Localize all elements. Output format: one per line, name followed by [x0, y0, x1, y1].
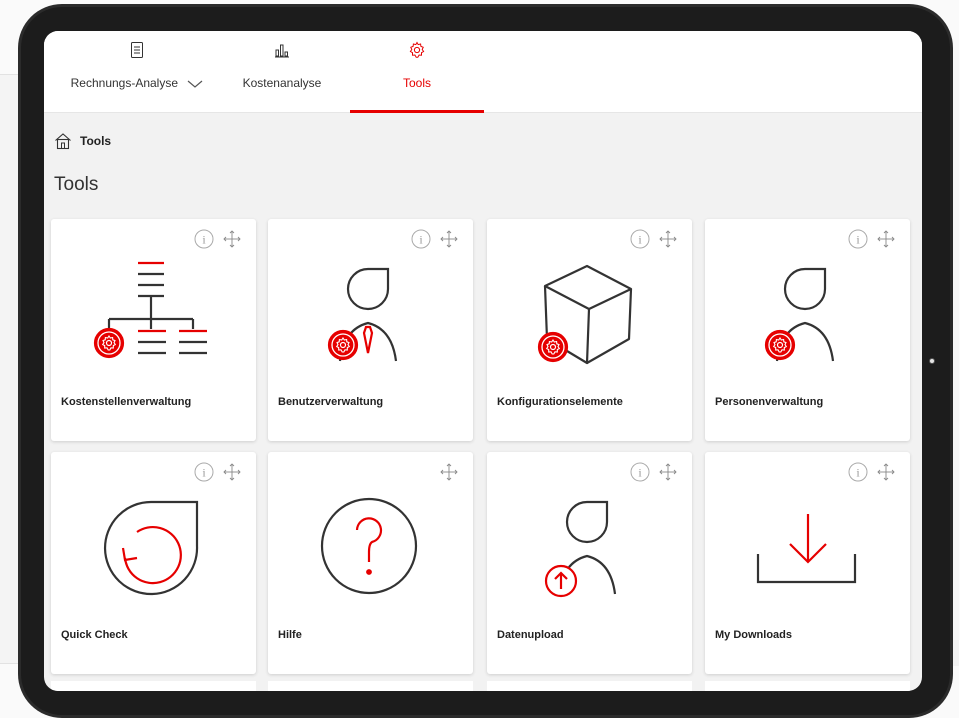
- tile-label: Benutzerverwaltung: [278, 396, 384, 408]
- tile-peek: [705, 681, 910, 691]
- chevron-down-icon[interactable]: [187, 79, 203, 89]
- document-icon: [131, 42, 143, 58]
- tab-tools[interactable]: Tools: [350, 31, 484, 113]
- tile-label: Hilfe: [278, 629, 302, 641]
- tab-label: Tools: [402, 76, 431, 90]
- tile-label: Personenverwaltung: [715, 396, 824, 408]
- move-icon[interactable]: [657, 461, 679, 483]
- tile-benutzerverwaltung[interactable]: i Benutzerverwaltung: [268, 219, 473, 441]
- tile-my-downloads[interactable]: i My Downloads: [705, 452, 910, 674]
- question-icon: [320, 497, 418, 595]
- tab-rechnungs-analyse[interactable]: Rechnungs-Analyse: [62, 31, 212, 113]
- svg-text:i: i: [856, 233, 860, 247]
- svg-text:i: i: [202, 466, 206, 480]
- move-icon[interactable]: [438, 461, 460, 483]
- tab-label: Kostenanalyse: [242, 76, 322, 90]
- tile-label: Konfigurationselemente: [497, 396, 623, 408]
- info-icon[interactable]: i: [848, 462, 868, 482]
- move-icon[interactable]: [875, 461, 897, 483]
- person-upload-icon: [544, 500, 617, 598]
- tile-peek: [51, 681, 256, 691]
- svg-text:i: i: [638, 466, 642, 480]
- info-icon[interactable]: i: [411, 229, 431, 249]
- move-icon[interactable]: [438, 228, 460, 250]
- bar-chart-icon: [275, 44, 289, 58]
- tab-label: Rechnungs-Analyse: [62, 76, 212, 90]
- active-tab-indicator: [350, 110, 484, 113]
- gear-icon: [409, 41, 425, 58]
- top-nav: Rechnungs-Analyse Kostenanalyse Tools: [44, 31, 922, 113]
- breadcrumb: Tools: [54, 131, 111, 151]
- page-title: Tools: [54, 174, 99, 195]
- app-screen: Rechnungs-Analyse Kostenanalyse Tools To…: [44, 31, 922, 691]
- move-icon[interactable]: [657, 228, 679, 250]
- box-gear-icon: [537, 264, 633, 365]
- org-chart-gear-icon: [93, 261, 207, 359]
- refresh-drop-icon: [103, 500, 199, 596]
- background-panel: [0, 74, 20, 664]
- tile-hilfe[interactable]: Hilfe: [268, 452, 473, 674]
- tile-peek: [487, 681, 692, 691]
- info-icon[interactable]: i: [848, 229, 868, 249]
- svg-text:i: i: [419, 233, 423, 247]
- tile-konfigurationselemente[interactable]: i Konfigurationselemente: [487, 219, 692, 441]
- tile-peek: [268, 681, 473, 691]
- svg-text:i: i: [202, 233, 206, 247]
- move-icon[interactable]: [221, 228, 243, 250]
- tile-kostenstellenverwaltung[interactable]: i Kostenstellenverwaltung: [51, 219, 256, 441]
- info-icon[interactable]: i: [630, 462, 650, 482]
- info-icon[interactable]: i: [630, 229, 650, 249]
- person-gear-icon: [764, 267, 835, 362]
- camera-dot: [929, 358, 935, 364]
- tile-quick-check[interactable]: i Quick Check: [51, 452, 256, 674]
- tile-label: Kostenstellenverwaltung: [61, 396, 192, 408]
- svg-text:i: i: [856, 466, 860, 480]
- tile-label: Quick Check: [61, 629, 128, 641]
- download-icon: [756, 514, 857, 584]
- breadcrumb-current: Tools: [80, 134, 112, 148]
- svg-text:i: i: [638, 233, 642, 247]
- tile-datenupload[interactable]: i Datenupload: [487, 452, 692, 674]
- tile-label: Datenupload: [497, 629, 564, 641]
- user-gear-icon: [327, 267, 398, 362]
- tile-label: My Downloads: [715, 629, 793, 641]
- tile-personenverwaltung[interactable]: i Personenverwaltung: [705, 219, 910, 441]
- tab-kostenanalyse[interactable]: Kostenanalyse: [232, 31, 332, 113]
- move-icon[interactable]: [875, 228, 897, 250]
- home-icon[interactable]: [54, 132, 72, 150]
- info-icon[interactable]: i: [194, 462, 214, 482]
- move-icon[interactable]: [221, 461, 243, 483]
- info-icon[interactable]: i: [194, 229, 214, 249]
